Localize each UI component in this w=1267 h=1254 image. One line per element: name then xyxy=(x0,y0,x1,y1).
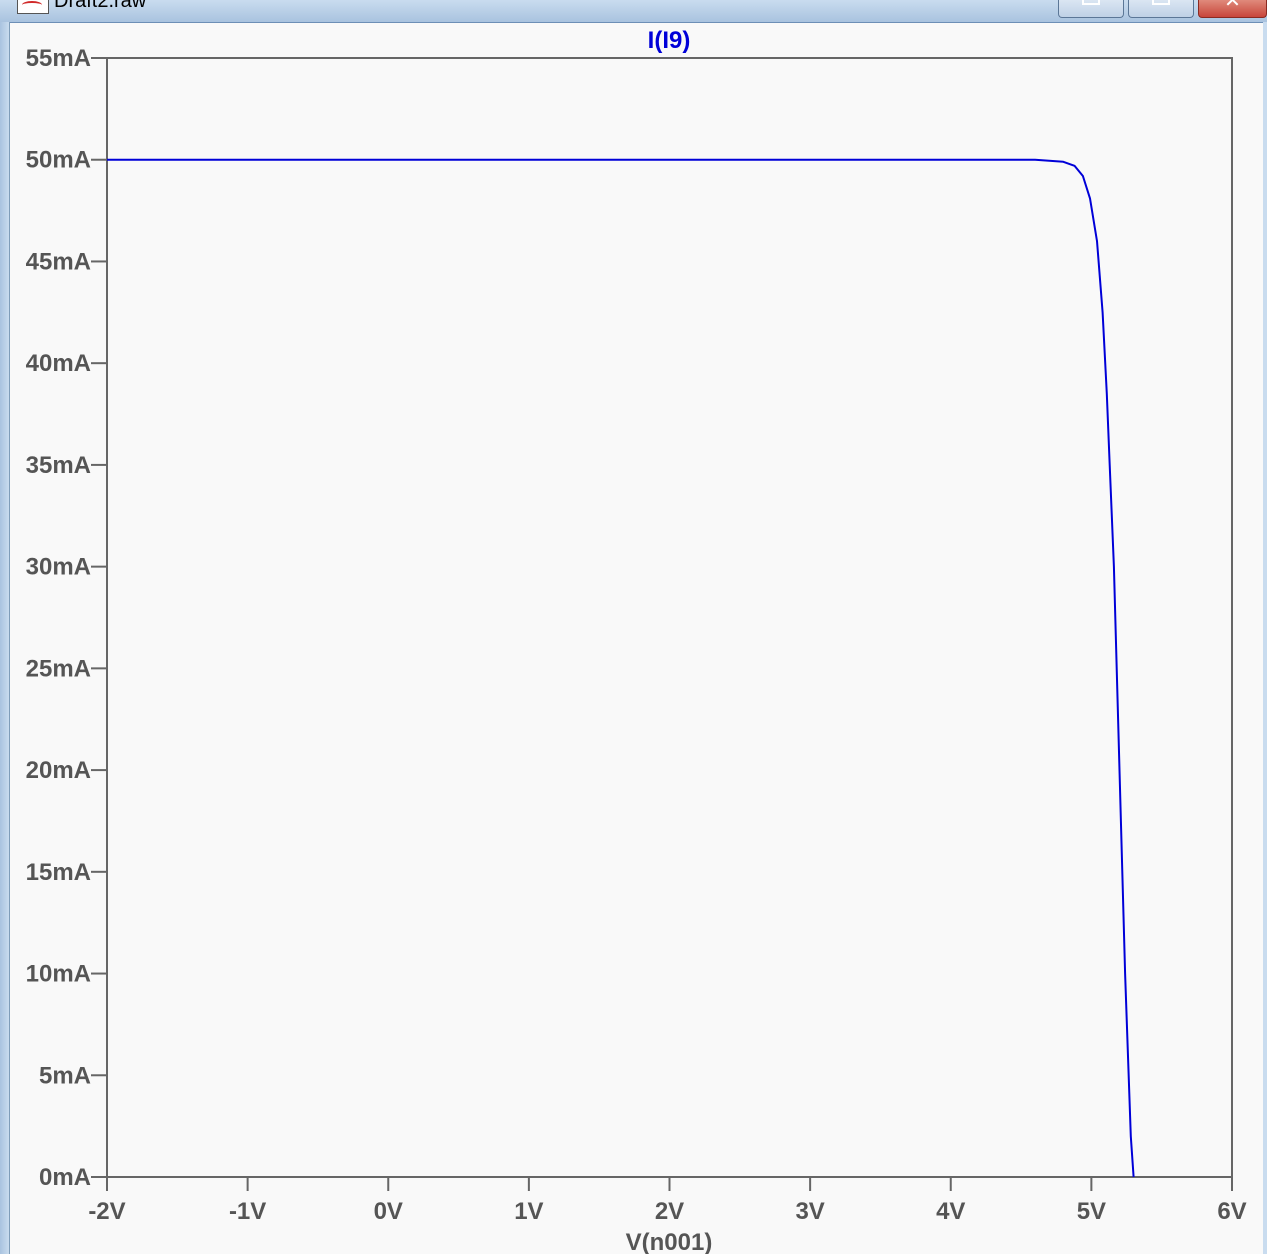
y-tick-label: 40mA xyxy=(26,350,91,377)
x-tick-label: -1V xyxy=(229,1198,266,1225)
x-tick-label: 3V xyxy=(795,1198,824,1225)
y-tick-label: 50mA xyxy=(26,147,91,174)
y-axis: 0mA 5mA 10mA 15mA 20mA 25mA 30mA 35mA 40mA 45mA 50… xyxy=(26,45,107,1191)
x-axis: -2V -1V 0V 1V 2V 3V 4V 5V 6V xyxy=(88,1177,1247,1225)
y-tick-label: 25mA xyxy=(26,655,91,682)
x-tick-label: 4V xyxy=(936,1198,965,1225)
y-tick-label: 5mA xyxy=(39,1062,91,1089)
y-tick-label: 45mA xyxy=(26,248,91,275)
y-tick-label: 0mA xyxy=(39,1164,91,1191)
x-tick-label: 1V xyxy=(514,1198,543,1225)
x-tick-label: 6V xyxy=(1217,1198,1246,1225)
x-tick-label: 2V xyxy=(655,1198,684,1225)
y-tick-label: 55mA xyxy=(26,45,91,72)
y-tick-label: 30mA xyxy=(26,554,91,581)
plot-frame xyxy=(106,57,1233,1178)
series-layer xyxy=(107,158,1135,1178)
x-tick-label: 0V xyxy=(374,1198,403,1225)
waveform-plot[interactable]: 0mA 5mA 10mA 15mA 20mA 25mA 30mA 35mA 40mA 45mA 50… xyxy=(0,0,1267,1254)
series-line-i-i9[interactable] xyxy=(107,158,1135,1178)
y-tick-label: 15mA xyxy=(26,859,91,886)
y-tick-label: 35mA xyxy=(26,452,91,479)
y-tick-label: 10mA xyxy=(26,961,91,988)
trace-title[interactable]: I(I9) xyxy=(648,27,691,54)
x-axis-title[interactable]: V(n001) xyxy=(626,1229,713,1254)
x-tick-label: 5V xyxy=(1077,1198,1106,1225)
y-tick-label: 20mA xyxy=(26,757,91,784)
x-tick-label: -2V xyxy=(88,1198,125,1225)
